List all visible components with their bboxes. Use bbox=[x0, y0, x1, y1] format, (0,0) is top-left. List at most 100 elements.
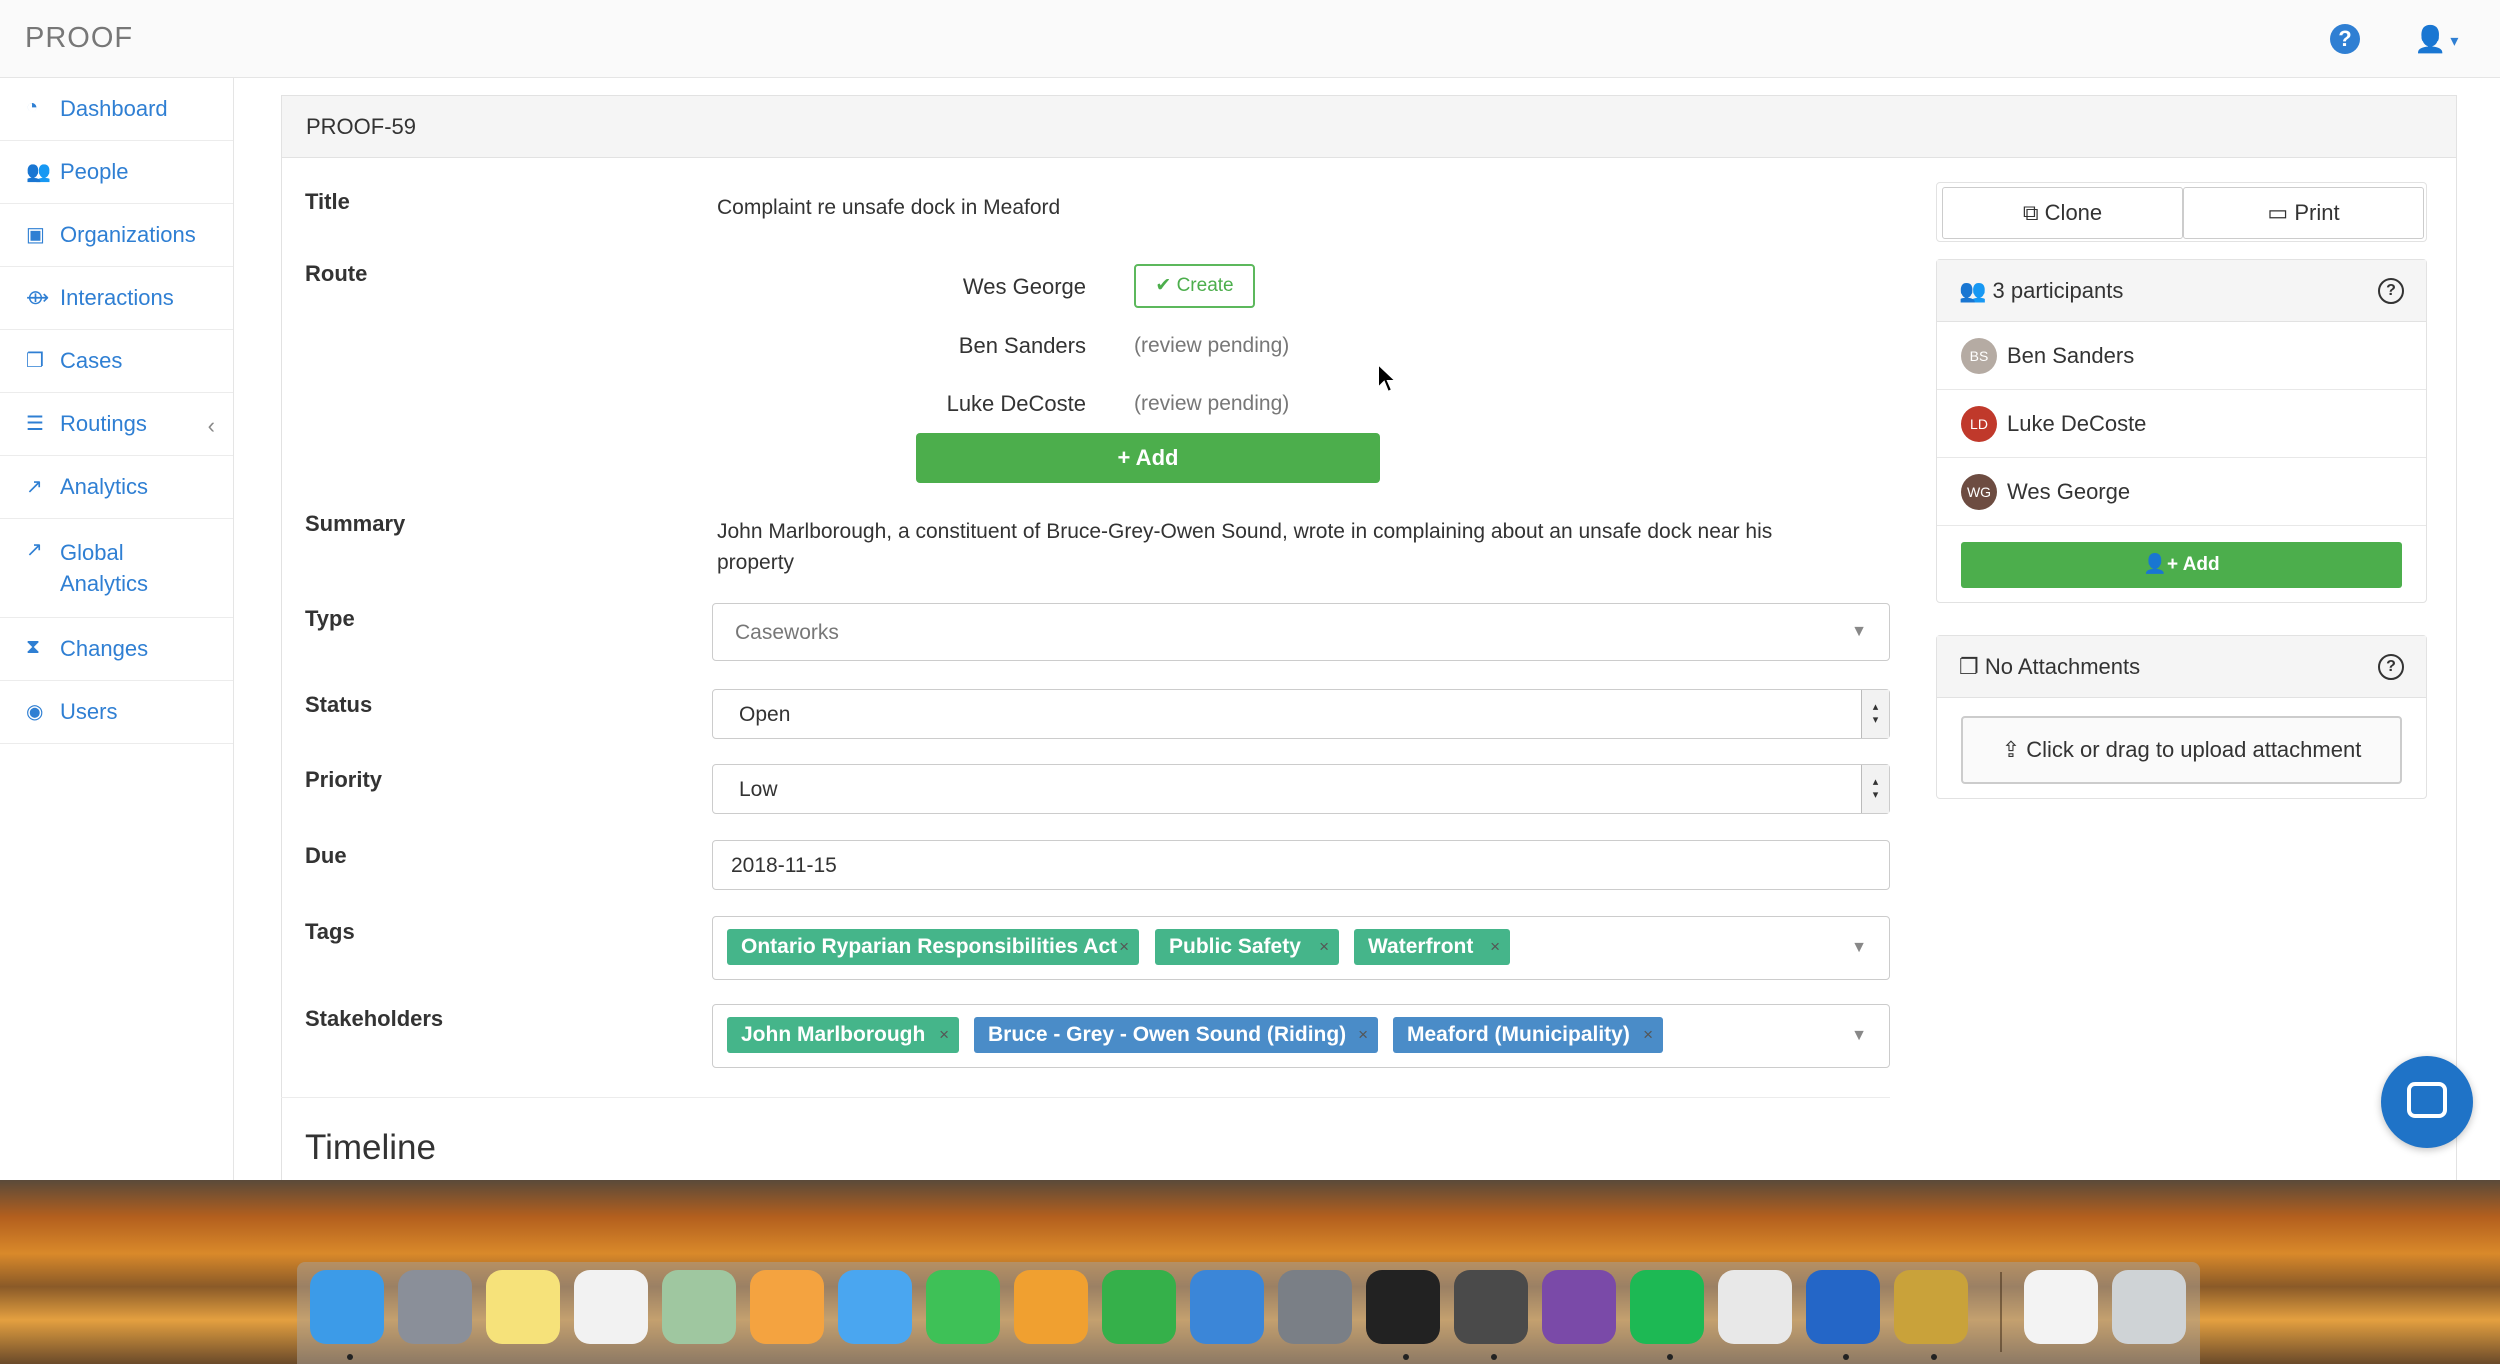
photos-icon[interactable] bbox=[750, 1270, 824, 1344]
sidebar-item-users[interactable]: ◉ Users bbox=[0, 681, 233, 744]
running-indicator bbox=[1491, 1354, 1497, 1360]
numbers-icon[interactable] bbox=[1102, 1270, 1176, 1344]
sidebar-item-routings[interactable]: ☰ Routings ‹ bbox=[0, 393, 233, 456]
participant-row[interactable]: WG Wes George bbox=[1937, 458, 2426, 526]
title-label: Title bbox=[305, 189, 350, 214]
dash-icon[interactable] bbox=[1542, 1270, 1616, 1344]
sidebar-item-changes[interactable]: ⧗ Changes bbox=[0, 618, 233, 681]
participant-name: Luke DeCoste bbox=[2007, 410, 2147, 436]
case-summary[interactable]: John Marlborough, a constituent of Bruce… bbox=[717, 516, 1837, 578]
remove-icon[interactable]: × bbox=[1119, 929, 1129, 965]
due-date-input[interactable]: 2018-11-15 bbox=[712, 840, 1890, 890]
participant-name: Ben Sanders bbox=[2007, 342, 2135, 368]
system-preferences-icon[interactable] bbox=[1278, 1270, 1352, 1344]
sidebar: ◔ Dashboard 👥 People ▣ Organizations ⟴ Inter… bbox=[0, 78, 234, 1180]
running-indicator bbox=[1403, 1354, 1409, 1360]
handshake-icon: ⟴ bbox=[26, 287, 50, 309]
help-circle-icon[interactable]: ? bbox=[2378, 654, 2404, 680]
sidebar-item-analytics[interactable]: ↗ Analytics bbox=[0, 456, 233, 519]
chat-launcher[interactable] bbox=[2381, 1056, 2473, 1148]
slack-icon[interactable] bbox=[1718, 1270, 1792, 1344]
sidebar-item-label: Routings bbox=[60, 411, 147, 436]
sidebar-item-interactions[interactable]: ⟴ Interactions bbox=[0, 267, 233, 330]
dashboard-icon: ◔ bbox=[26, 96, 39, 118]
pages-icon[interactable] bbox=[1014, 1270, 1088, 1344]
maps-icon[interactable] bbox=[662, 1270, 736, 1344]
clone-icon: ⧉ bbox=[2022, 200, 2045, 225]
add-participant-button[interactable]: 👤+ Add bbox=[1961, 542, 2402, 588]
sidebar-item-label: Cases bbox=[60, 348, 123, 373]
participant-row[interactable]: BS Ben Sanders bbox=[1937, 322, 2426, 390]
running-indicator bbox=[347, 1354, 353, 1360]
briefcase-icon: ▣ bbox=[26, 224, 45, 246]
participant-row[interactable]: LD Luke DeCoste bbox=[1937, 390, 2426, 458]
keychain-icon[interactable] bbox=[1894, 1270, 1968, 1344]
status-select[interactable]: Open ▴ ▾ bbox=[712, 689, 1890, 739]
tag-chip[interactable]: Public Safety × bbox=[1155, 929, 1339, 965]
running-indicator bbox=[1843, 1354, 1849, 1360]
clone-button[interactable]: ⧉ Clone bbox=[1942, 187, 2183, 239]
route-add-button[interactable]: + Add bbox=[916, 433, 1380, 483]
sidebar-item-people[interactable]: 👥 People bbox=[0, 141, 233, 204]
line-chart-icon: ↗ bbox=[26, 476, 43, 498]
sidebar-item-dashboard[interactable]: ◔ Dashboard bbox=[0, 78, 233, 141]
spotify-icon[interactable] bbox=[1630, 1270, 1704, 1344]
user-plus-icon: 👤+ bbox=[2143, 554, 2183, 575]
keynote-icon[interactable] bbox=[1190, 1270, 1264, 1344]
participant-name: Wes George bbox=[2007, 478, 2131, 504]
reminders-icon[interactable] bbox=[574, 1270, 648, 1344]
remove-icon[interactable]: × bbox=[1490, 929, 1500, 965]
remove-icon[interactable]: × bbox=[1643, 1017, 1653, 1053]
print-button[interactable]: ▭ Print bbox=[2183, 187, 2424, 239]
finder-icon[interactable] bbox=[310, 1270, 384, 1344]
stakeholder-chip[interactable]: Meaford (Municipality) × bbox=[1393, 1017, 1663, 1053]
sidebar-item-organizations[interactable]: ▣ Organizations bbox=[0, 204, 233, 267]
facetime-icon[interactable] bbox=[926, 1270, 1000, 1344]
help-icon[interactable]: ? bbox=[2330, 24, 2360, 54]
avatar: LD bbox=[1961, 405, 1997, 442]
launchpad-icon[interactable] bbox=[398, 1270, 472, 1344]
remove-icon[interactable]: × bbox=[939, 1017, 949, 1053]
caret-down-icon: ▾ bbox=[2450, 33, 2459, 51]
sidebar-item-global-analytics[interactable]: ↗ Global Analytics bbox=[0, 519, 233, 618]
app-brand[interactable]: PROOF bbox=[25, 22, 133, 55]
app-window: PROOF ? 👤 ▾ ◔ Dashboard 👥 People ▣ Organizat… bbox=[0, 0, 2500, 1180]
trash-icon[interactable] bbox=[2112, 1270, 2186, 1344]
users-icon: 👥 bbox=[26, 161, 51, 183]
due-value: 2018-11-15 bbox=[731, 854, 837, 877]
priority-select[interactable]: Low ▴ ▾ bbox=[712, 764, 1890, 814]
attachments-title: No Attachments bbox=[1984, 654, 2141, 679]
route-create-button[interactable]: ✔ Create bbox=[1134, 264, 1255, 308]
files-icon: ❐ bbox=[1959, 654, 1985, 679]
route-step-name: Wes George bbox=[962, 274, 1086, 299]
type-value: Caseworks bbox=[735, 621, 839, 644]
messages-icon[interactable] bbox=[838, 1270, 912, 1344]
remove-icon[interactable]: × bbox=[1319, 929, 1329, 965]
upload-attachment-button[interactable]: ⇪ Click or drag to upload attachment bbox=[1961, 716, 2402, 784]
sidebar-item-label: Interactions bbox=[60, 285, 174, 310]
user-menu[interactable]: 👤 ▾ bbox=[2414, 24, 2458, 55]
sublime-text-icon[interactable] bbox=[1454, 1270, 1528, 1344]
stakeholder-chip[interactable]: John Marlborough × bbox=[727, 1017, 959, 1053]
remove-icon[interactable]: × bbox=[1358, 1017, 1368, 1053]
tag-chip[interactable]: Ontario Ryparian Responsibilities Act × bbox=[727, 929, 1139, 965]
route-step-name: Luke DeCoste bbox=[946, 391, 1086, 416]
terminal-icon[interactable] bbox=[1366, 1270, 1440, 1344]
type-select[interactable]: Caseworks ▼ bbox=[712, 603, 1890, 661]
divider bbox=[281, 1097, 1890, 1098]
help-circle-icon[interactable]: ? bbox=[2378, 278, 2404, 304]
chat-icon bbox=[2407, 1082, 2447, 1118]
chevron-down-icon: ▼ bbox=[1851, 939, 1867, 956]
text-document-icon[interactable] bbox=[2024, 1270, 2098, 1344]
tag-chip[interactable]: Waterfront × bbox=[1354, 929, 1510, 965]
sidebar-item-cases[interactable]: ❐ Cases bbox=[0, 330, 233, 393]
firefox-icon[interactable] bbox=[1806, 1270, 1880, 1344]
tag-label: Public Safety bbox=[1169, 935, 1301, 958]
stakeholder-label: Bruce - Grey - Owen Sound (Riding) bbox=[988, 1023, 1347, 1046]
notes-icon[interactable] bbox=[486, 1270, 560, 1344]
participants-header: 👥 3 participants ? bbox=[1937, 260, 2426, 322]
case-actions: ⧉ Clone ▭ Print bbox=[1936, 182, 2427, 242]
stakeholder-chip[interactable]: Bruce - Grey - Owen Sound (Riding) × bbox=[974, 1017, 1378, 1053]
case-title[interactable]: Complaint re unsafe dock in Meaford bbox=[717, 196, 1060, 220]
sidebar-item-label: Changes bbox=[60, 636, 149, 661]
